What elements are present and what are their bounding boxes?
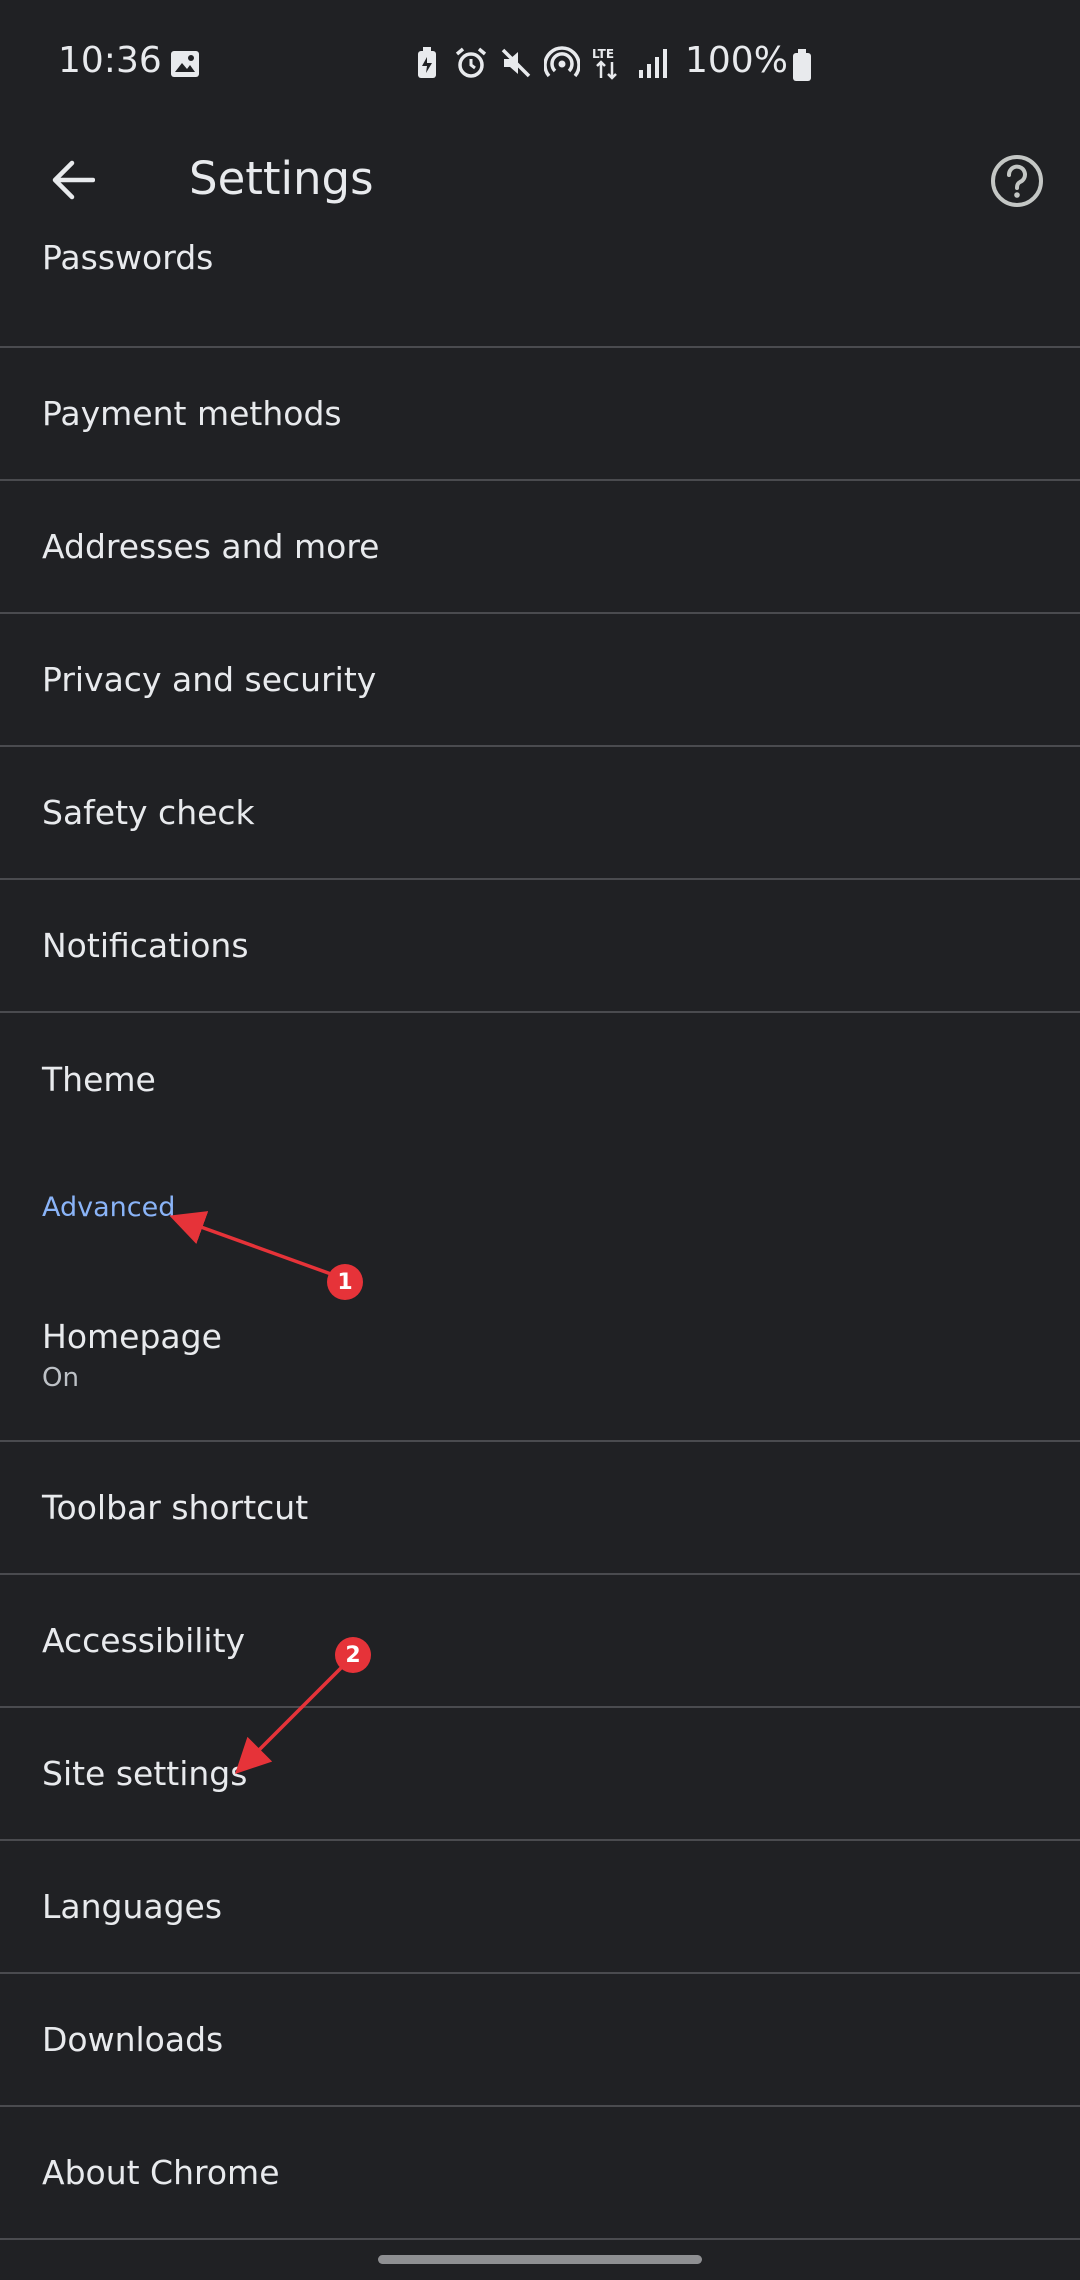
settings-item-payment-methods[interactable]: Payment methods [0,348,1080,481]
settings-item-privacy[interactable]: Privacy and security [0,614,1080,747]
settings-item-about-chrome[interactable]: About Chrome [0,2107,1080,2238]
settings-item-label: Accessibility [42,1620,246,1660]
arrow-left-icon [52,160,95,200]
annotation-badge-2: 2 [335,1637,371,1673]
settings-item-notifications[interactable]: Notifications [0,880,1080,1013]
settings-item-label: About Chrome [42,2152,280,2192]
settings-item-label: Downloads [42,2019,224,2059]
settings-item-label: Passwords [42,238,214,278]
settings-item-downloads[interactable]: Downloads [0,1974,1080,2107]
settings-item-homepage[interactable]: Homepage On [0,1270,1080,1442]
settings-item-passwords[interactable]: Passwords [0,230,1080,348]
annotation-badge-1: 1 [327,1264,363,1300]
settings-item-label: Privacy and security [42,659,377,699]
settings-item-site-settings[interactable]: Site settings [0,1708,1080,1841]
settings-item-sublabel: On [42,1362,79,1393]
settings-item-addresses[interactable]: Addresses and more [0,481,1080,614]
gesture-nav-handle[interactable] [378,2255,702,2264]
settings-item-label: Notifications [42,925,249,965]
settings-item-label: Payment methods [42,393,342,433]
settings-item-label: Languages [42,1886,223,1926]
settings-item-label: Safety check [42,792,255,832]
back-button[interactable] [28,150,118,210]
settings-item-label: Homepage [42,1317,222,1357]
settings-item-label: Addresses and more [42,526,380,566]
help-button[interactable] [978,148,1056,214]
app-bar: Settings [0,130,1080,230]
help-circle-icon [991,155,1043,207]
settings-item-label: Theme [42,1059,156,1099]
page-title: Settings [189,152,374,205]
settings-item-label: Site settings [42,1753,248,1793]
settings-list: Passwords Payment methods Addresses and … [0,0,1080,2280]
settings-item-theme[interactable]: Theme [0,1013,1080,1146]
section-header-advanced: Advanced [42,1192,176,1223]
settings-item-toolbar-shortcut[interactable]: Toolbar shortcut [0,1442,1080,1575]
settings-item-label: Toolbar shortcut [42,1487,309,1527]
settings-item-languages[interactable]: Languages [0,1841,1080,1974]
settings-item-accessibility[interactable]: Accessibility [0,1575,1080,1708]
bottom-divider [0,2238,1080,2240]
settings-item-safety-check[interactable]: Safety check [0,747,1080,880]
